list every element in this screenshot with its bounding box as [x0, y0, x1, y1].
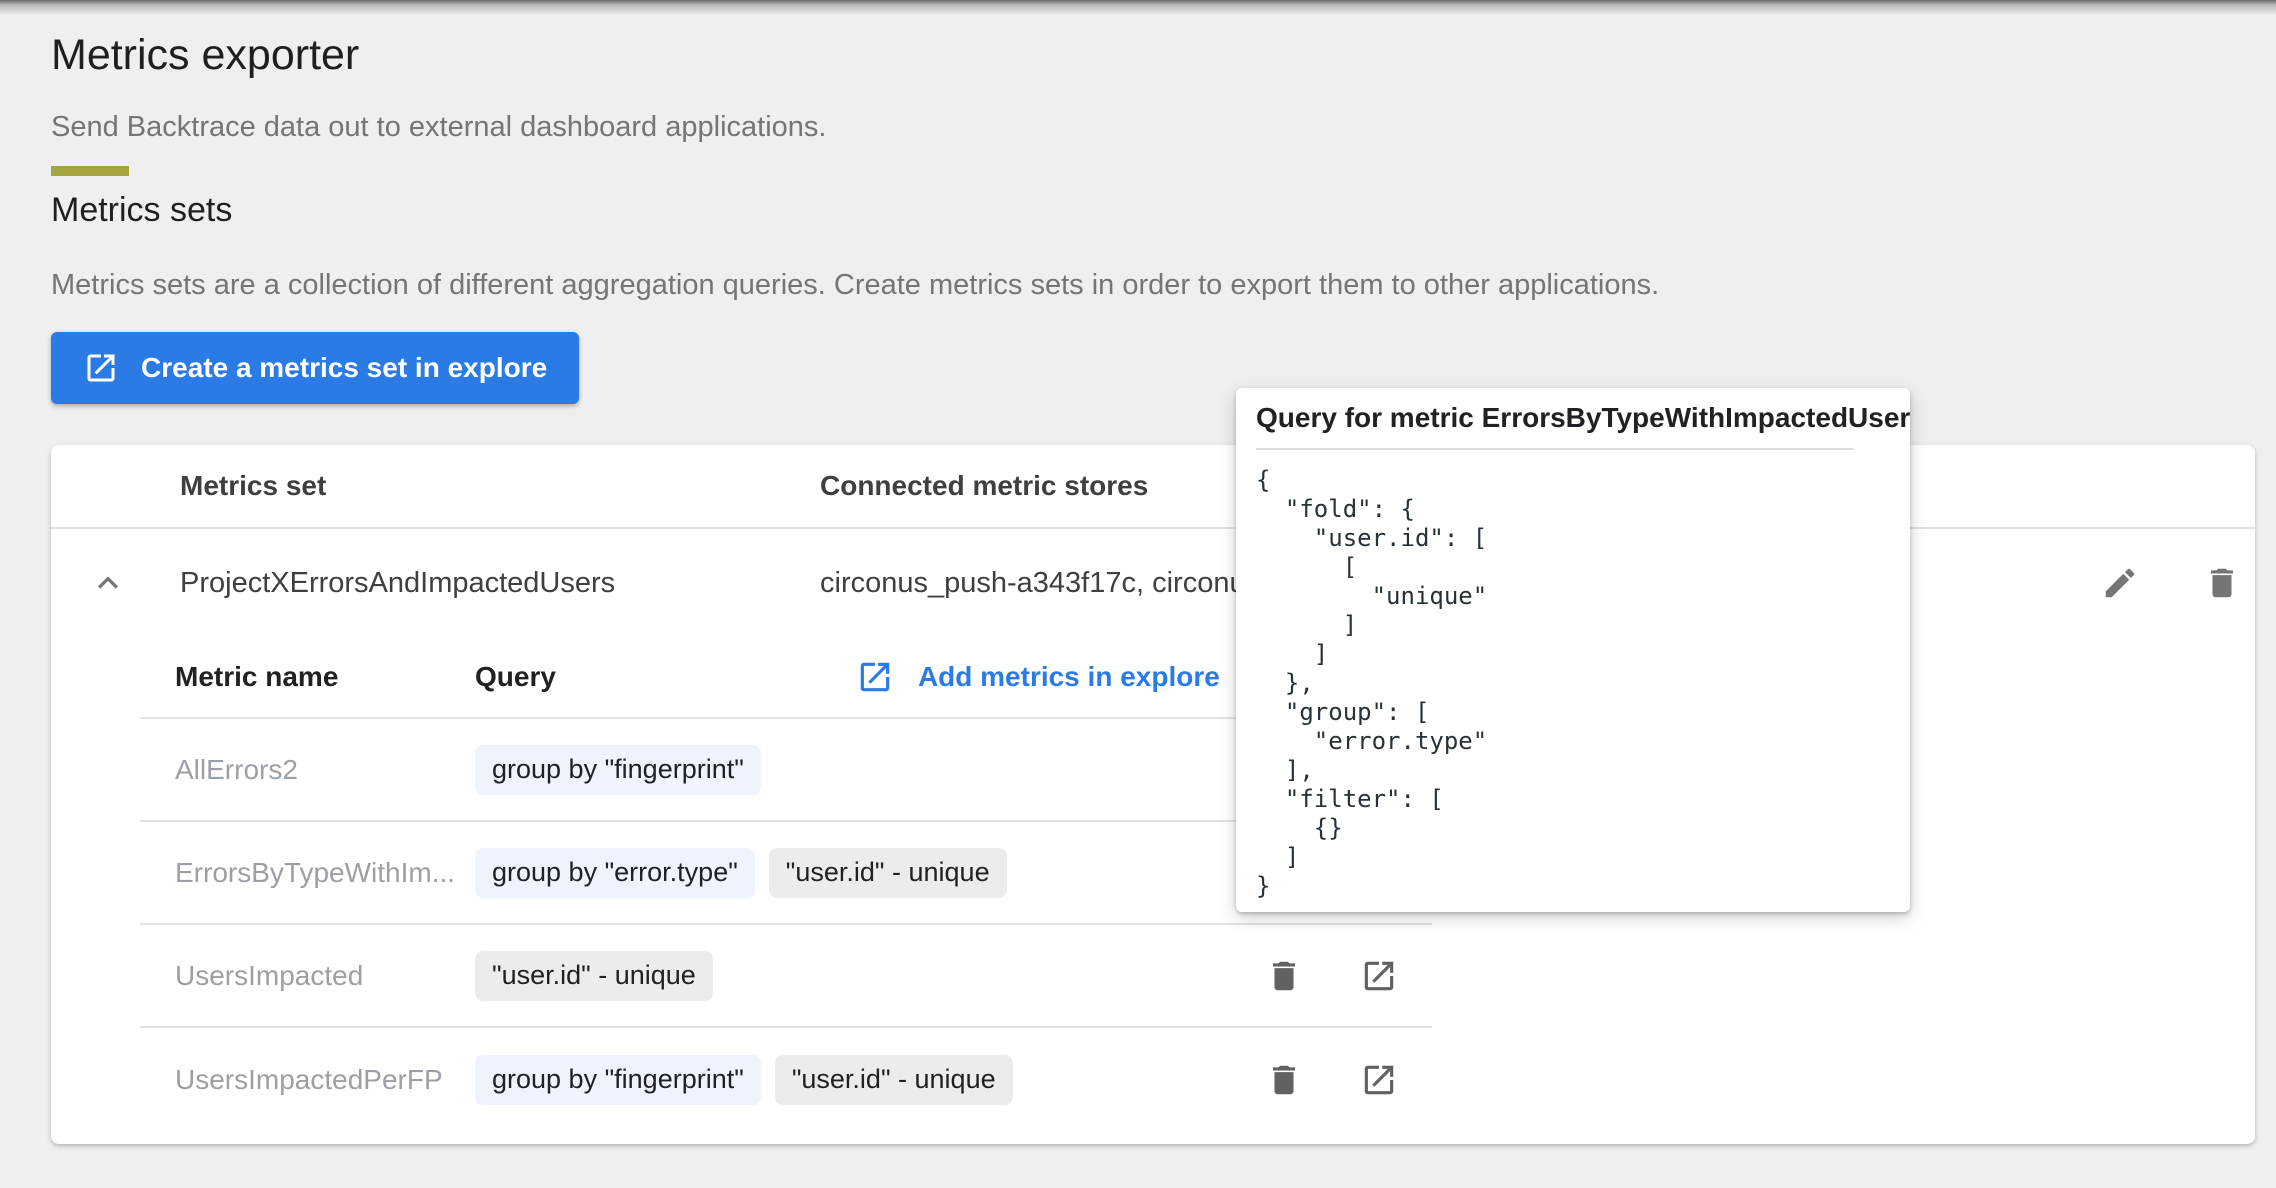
page-subtitle: Send Backtrace data out to external dash… [51, 110, 2276, 144]
query-chip-group: group by "fingerprint" [475, 1055, 761, 1105]
query-chip-fold: "user.id" - unique [475, 951, 713, 1001]
trash-icon[interactable] [2203, 564, 2241, 602]
query-tooltip-popup: Query for metric ErrorsByTypeWithImpacte… [1236, 388, 1910, 912]
add-metrics-in-explore-link[interactable]: Add metrics in explore [856, 658, 1220, 696]
metrics-set-name: ProjectXErrorsAndImpactedUsers [180, 567, 820, 600]
metric-row: UsersImpacted "user.id" - unique [140, 925, 1432, 1028]
open-in-new-icon [856, 658, 894, 696]
trash-icon[interactable] [1265, 1061, 1303, 1099]
column-header-query: Query [475, 661, 556, 693]
chevron-up-icon[interactable] [88, 563, 128, 603]
query-popup-title: Query for metric ErrorsByTypeWithImpacte… [1256, 402, 1854, 450]
create-metrics-set-button[interactable]: Create a metrics set in explore [51, 332, 579, 404]
section-description: Metrics sets are a collection of differe… [51, 268, 2276, 302]
table-header-row: Metrics set Connected metric stores [51, 445, 2255, 529]
open-in-new-icon [83, 350, 119, 386]
column-header-metrics-set: Metrics set [180, 470, 820, 502]
olive-section-divider [51, 166, 129, 176]
section-heading: Metrics sets [51, 190, 2276, 230]
pencil-icon[interactable] [2101, 564, 2139, 602]
metric-name: AllErrors2 [175, 754, 475, 786]
metrics-set-row: ProjectXErrorsAndImpactedUsers circonus_… [51, 529, 2255, 637]
open-in-new-icon[interactable] [1360, 957, 1398, 995]
open-in-new-icon[interactable] [1360, 1061, 1398, 1099]
trash-icon[interactable] [1265, 957, 1303, 995]
metric-name: UsersImpactedPerFP [175, 1064, 475, 1096]
query-chip-group: group by "fingerprint" [475, 745, 761, 795]
query-json-code: { "fold": { "user.id": [ [ "unique" ] ] … [1256, 466, 1910, 901]
page-title: Metrics exporter [51, 30, 2276, 80]
metric-name: UsersImpacted [175, 960, 475, 992]
metric-row: UsersImpactedPerFP group by "fingerprint… [140, 1028, 1432, 1131]
metrics-sets-table-card: Metrics set Connected metric stores Proj… [51, 445, 2255, 1144]
create-button-label: Create a metrics set in explore [141, 352, 547, 384]
metrics-exporter-page: Metrics exporter Send Backtrace data out… [0, 0, 2276, 1188]
column-header-metric-name: Metric name [175, 661, 475, 693]
query-chip-fold: "user.id" - unique [775, 1055, 1013, 1105]
query-chip-fold: "user.id" - unique [769, 848, 1007, 898]
top-shadow-strip [0, 0, 2276, 16]
query-chip-group: group by "error.type" [475, 848, 755, 898]
metric-name: ErrorsByTypeWithIm... [175, 857, 475, 889]
add-metrics-link-label: Add metrics in explore [918, 661, 1220, 693]
